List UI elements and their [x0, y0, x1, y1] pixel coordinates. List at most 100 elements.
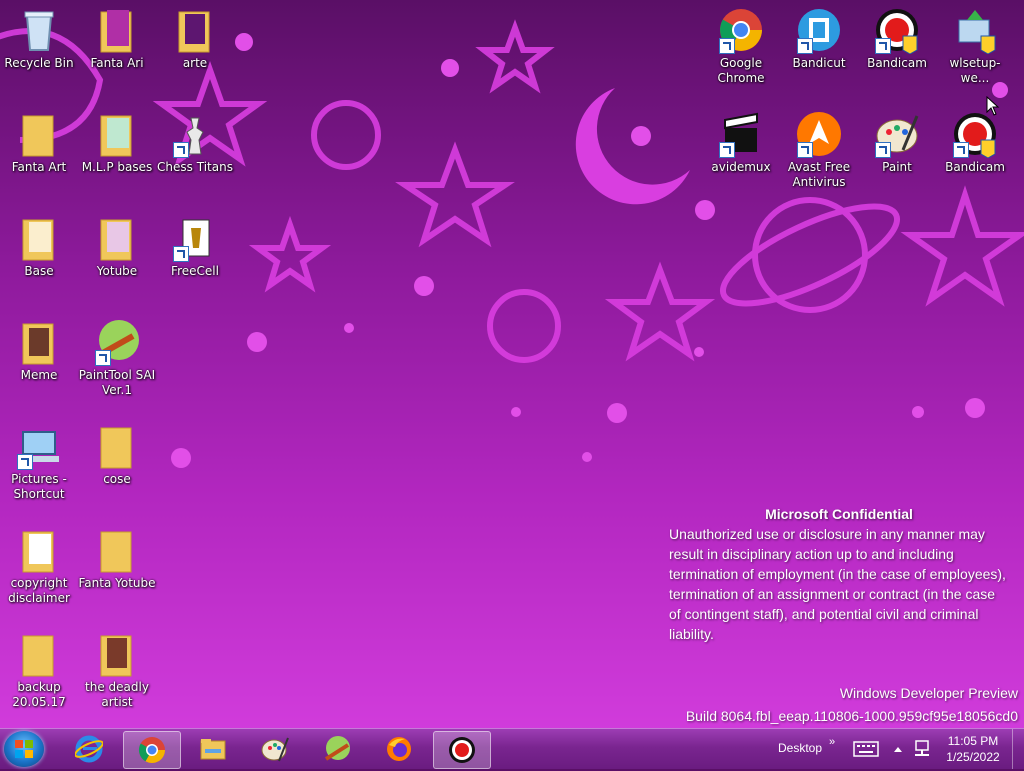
taskbar-painttool-sai[interactable]	[309, 731, 365, 767]
desktop-icon-painttool-sai[interactable]: PaintTool SAI Ver.1	[78, 318, 156, 398]
paint-icon	[261, 737, 289, 762]
desktop-icon-copyright-disclaimer[interactable]: copyright disclaimer	[0, 526, 78, 606]
windows-logo-icon	[15, 740, 33, 758]
toolbar-chevron-icon[interactable]: »	[829, 736, 835, 748]
desktop-icon-avidemux[interactable]: avidemux	[702, 110, 780, 175]
confidential-body: Unauthorized use or disclosure in any ma…	[669, 526, 1006, 642]
show-desktop-button[interactable]	[1012, 729, 1024, 769]
desktop-icon-bandicam-2[interactable]: Bandicam	[936, 110, 1014, 175]
paint-icon	[873, 110, 921, 158]
taskbar: Desktop » 11:05 PM 1/25/2022	[0, 728, 1024, 769]
desktop-icon-label: M.L.P bases	[81, 160, 153, 174]
desktop-icon-avast[interactable]: Avast Free Antivirus	[780, 110, 858, 190]
bandicam-icon	[951, 110, 999, 159]
taskbar-firefox[interactable]	[371, 731, 427, 767]
cards-icon	[171, 214, 219, 262]
desktop-icon-label: Avast Free Antivirus	[787, 160, 851, 189]
desktop-icon-bandicut[interactable]: Bandicut	[780, 6, 858, 71]
folder-icon	[15, 110, 63, 158]
painttool-sai-icon	[93, 318, 141, 366]
preview-label: Windows Developer Preview	[839, 685, 1018, 701]
desktop-icon-label: Bandicut	[792, 56, 846, 70]
folder-icon	[93, 6, 141, 54]
taskbar-internet-explorer[interactable]	[61, 731, 117, 767]
desktop-icon-yotube[interactable]: Yotube	[78, 214, 156, 279]
clock-date: 1/25/2022	[946, 750, 1000, 764]
desktop-icon-fanta-art[interactable]: Fanta Art	[0, 110, 78, 175]
desktop-icon-meme[interactable]: Meme	[0, 318, 78, 383]
desktop-icon-label: Base	[24, 264, 54, 278]
desktop-icon-label: Paint	[882, 160, 912, 174]
chess-icon	[171, 110, 219, 158]
avast-icon	[795, 110, 843, 158]
folder-icon	[93, 110, 141, 158]
desktop-icon-google-chrome[interactable]: Google Chrome	[702, 6, 780, 86]
avidemux-icon	[717, 110, 765, 158]
taskbar-bandicam[interactable]	[433, 731, 491, 769]
tray-expand-icon[interactable]	[893, 745, 903, 753]
desktop-icon-label: arte	[182, 56, 208, 70]
folder-icon	[93, 526, 141, 574]
chrome-icon	[138, 737, 166, 764]
desktop-icon-backup[interactable]: backup 20.05.17	[0, 630, 78, 710]
bandicam-icon	[449, 737, 475, 763]
desktop-icon-label: avidemux	[711, 160, 771, 174]
network-icon[interactable]	[913, 739, 933, 759]
folder-icon	[15, 526, 63, 574]
folder-icon	[93, 214, 141, 262]
desktop-icon-arte[interactable]: arte	[156, 6, 234, 71]
confidential-title: Microsoft Confidential	[765, 506, 913, 522]
confidential-notice: Microsoft Confidential Unauthorized use …	[669, 504, 1009, 644]
desktop-icon-label: Google Chrome	[717, 56, 765, 85]
desktop-icon-the-deadly-artist[interactable]: the deadly artist	[78, 630, 156, 710]
desktop-icon-label: Fanta Yotube	[78, 576, 156, 590]
internet-explorer-icon	[75, 735, 103, 763]
folder-icon	[171, 6, 219, 54]
keyboard-icon[interactable]	[853, 741, 879, 757]
desktop-icon-base[interactable]: Base	[0, 214, 78, 279]
installer-icon	[951, 6, 999, 55]
taskbar-chrome[interactable]	[123, 731, 181, 769]
desktop-icon-bandicam[interactable]: Bandicam	[858, 6, 936, 71]
desktop-icon-label: the deadly artist	[85, 680, 149, 709]
desktop-icon-cose[interactable]: cose	[78, 422, 156, 487]
painttool-sai-icon	[324, 736, 350, 761]
desktop-icon-wlsetup[interactable]: wlsetup-we...	[936, 6, 1014, 86]
desktop-icon-label: wlsetup-we...	[949, 56, 1001, 85]
folder-icon	[93, 630, 141, 678]
desktop-icon-label: Meme	[20, 368, 58, 382]
folder-icon	[15, 214, 63, 262]
desktop-icon-label: Yotube	[96, 264, 138, 278]
taskbar-paint[interactable]	[247, 731, 303, 767]
folder-icon	[93, 422, 141, 470]
clock-time: 11:05 PM	[947, 734, 999, 748]
start-button[interactable]	[4, 731, 44, 767]
taskbar-clock[interactable]: 11:05 PM 1/25/2022	[940, 733, 1006, 765]
desktop-icon-fanta-ari[interactable]: Fanta Ari	[78, 6, 156, 71]
build-label: Build 8064.fbl_eeap.110806-1000.959cf95e…	[685, 708, 1018, 724]
desktop-toolbar-label[interactable]: Desktop	[778, 741, 822, 755]
desktop-icon-label: PaintTool SAI Ver.1	[78, 368, 156, 397]
chrome-icon	[717, 6, 765, 54]
desktop-icon-mlp-bases[interactable]: M.L.P bases	[78, 110, 156, 175]
desktop-icon-label: Fanta Ari	[90, 56, 144, 70]
desktop-icon-pictures-shortcut[interactable]: Pictures - Shortcut	[0, 422, 78, 502]
taskbar-file-explorer[interactable]	[185, 731, 241, 767]
desktop-icon-label: Chess Titans	[157, 160, 233, 174]
desktop-icon-label: backup 20.05.17	[12, 680, 66, 709]
desktop-icon-paint[interactable]: Paint	[858, 110, 936, 175]
bandicam-icon	[873, 6, 921, 55]
recycle-bin-icon	[15, 6, 63, 54]
file-explorer-icon	[200, 739, 226, 760]
bandicut-icon	[795, 6, 843, 54]
desktop-icon-label: FreeCell	[171, 264, 219, 278]
firefox-icon	[387, 737, 411, 761]
desktop-icon-fanta-yotube[interactable]: Fanta Yotube	[78, 526, 156, 591]
desktop-icon-chess-titans[interactable]: Chess Titans	[156, 110, 234, 175]
desktop-icon-label: cose	[103, 472, 131, 486]
desktop-icon-label: Bandicam	[945, 160, 1005, 174]
desktop-icon-label: Fanta Art	[11, 160, 67, 174]
desktop-icon-label: Pictures - Shortcut	[11, 472, 67, 501]
desktop-icon-recycle-bin[interactable]: Recycle Bin	[0, 6, 78, 71]
desktop-icon-freecell[interactable]: FreeCell	[156, 214, 234, 279]
